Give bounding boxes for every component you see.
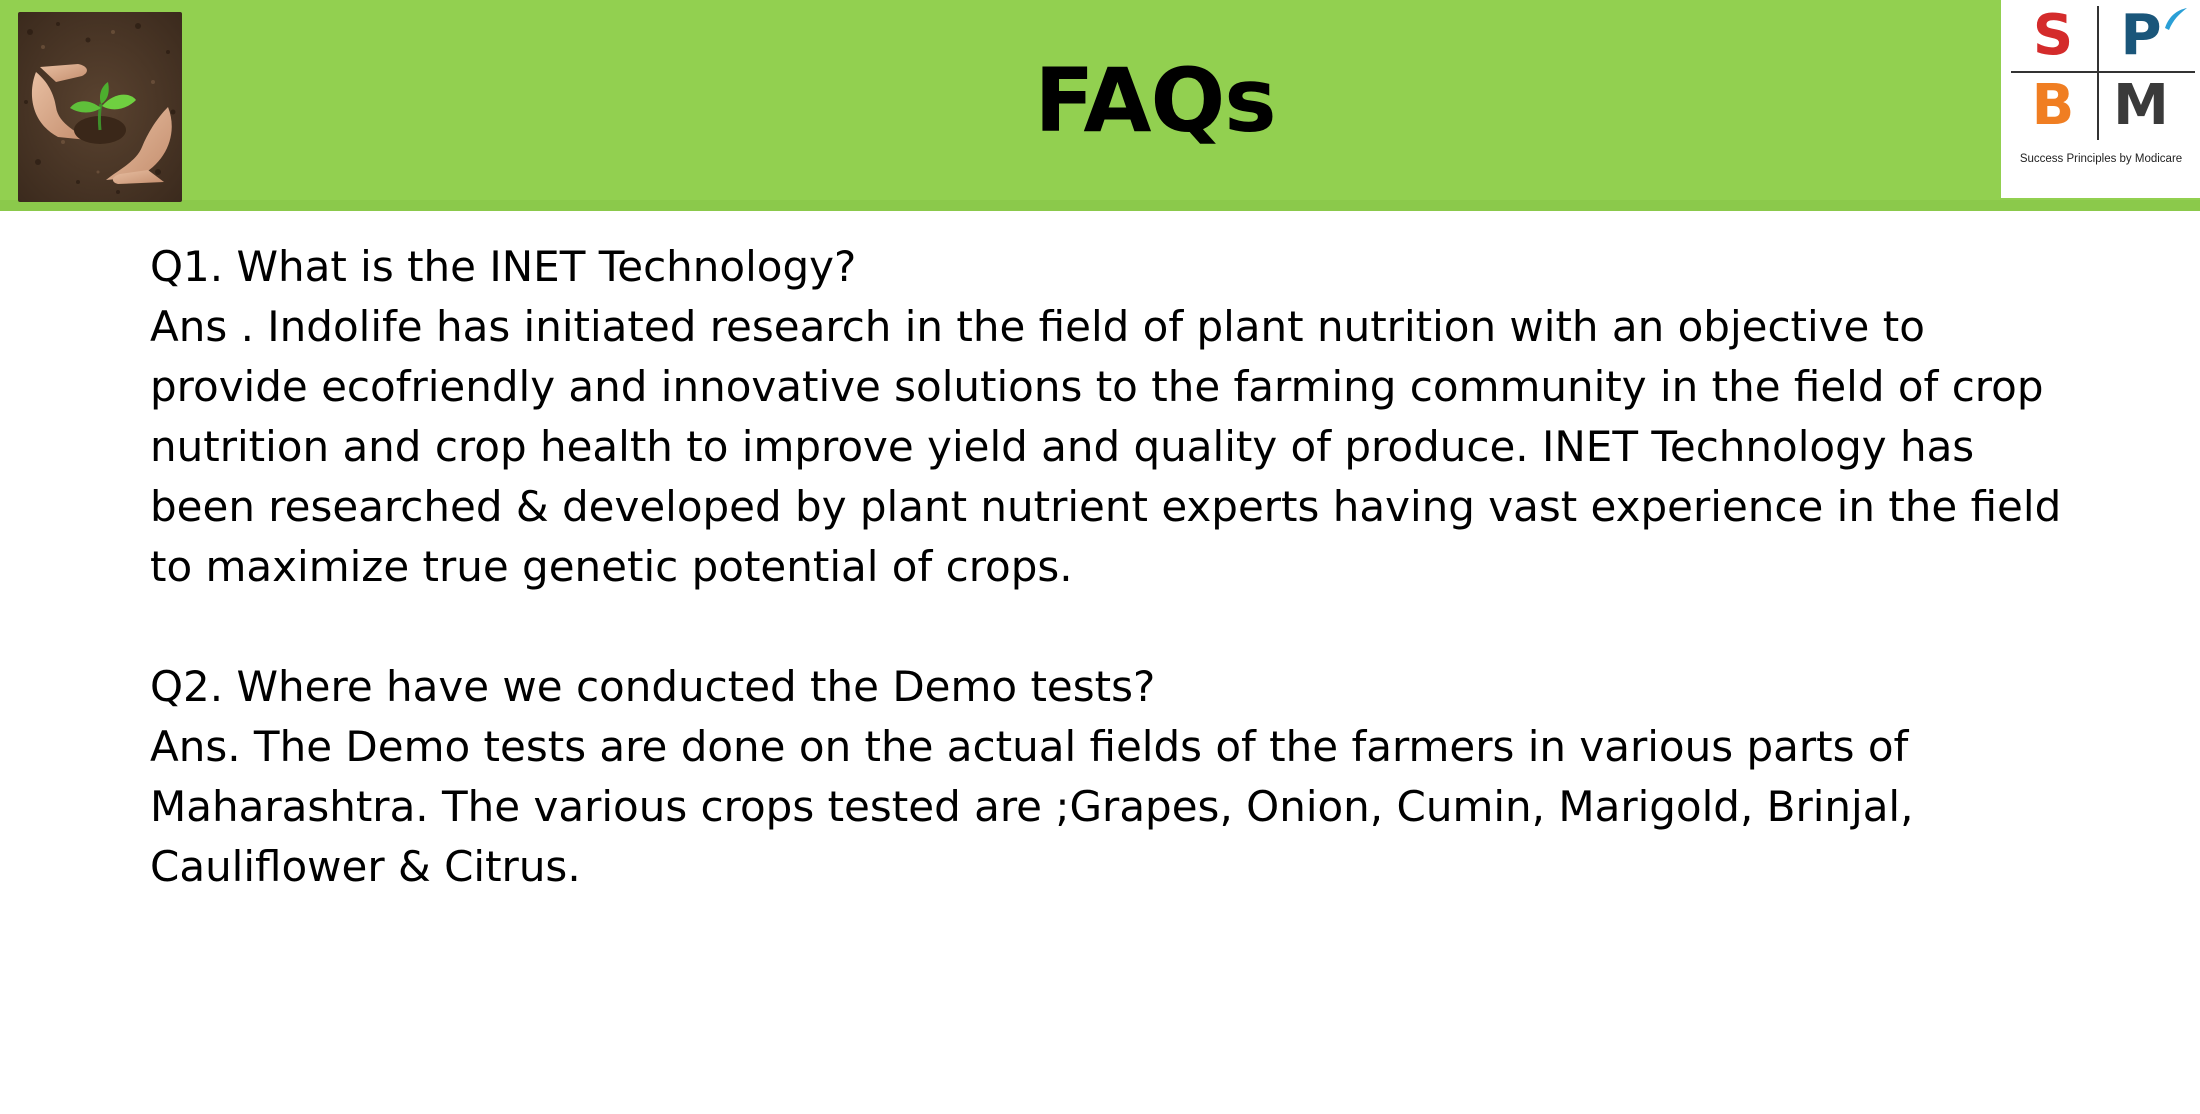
logo-tagline: Success Principles by Modicare [2019,153,2183,165]
logo-letter-b: B [2031,73,2075,138]
faq-answer: Ans . Indolife has initiated research in… [150,302,2062,591]
faq-answer: Ans. The Demo tests are done on the actu… [150,722,1914,891]
faq-item: Q2. Where have we conducted the Demo tes… [150,657,2070,897]
faq-question: Q2. Where have we conducted the Demo tes… [150,662,1156,711]
spbm-logo: S P B M Success Principles by Modicare [2001,0,2200,198]
faq-item: Q1. What is the INET Technology? Ans . I… [150,237,2070,597]
logo-divider-vertical [2097,6,2099,140]
page-title: FAQs [1034,49,1276,152]
faq-question: Q1. What is the INET Technology? [150,242,857,291]
logo-letter-m: M [2113,73,2169,138]
logo-swoosh-icon [2165,8,2187,30]
title-band-edge [0,200,2200,211]
faq-list: Q1. What is the INET Technology? Ans . I… [150,237,2070,957]
logo-letter-s: S [2032,3,2074,68]
